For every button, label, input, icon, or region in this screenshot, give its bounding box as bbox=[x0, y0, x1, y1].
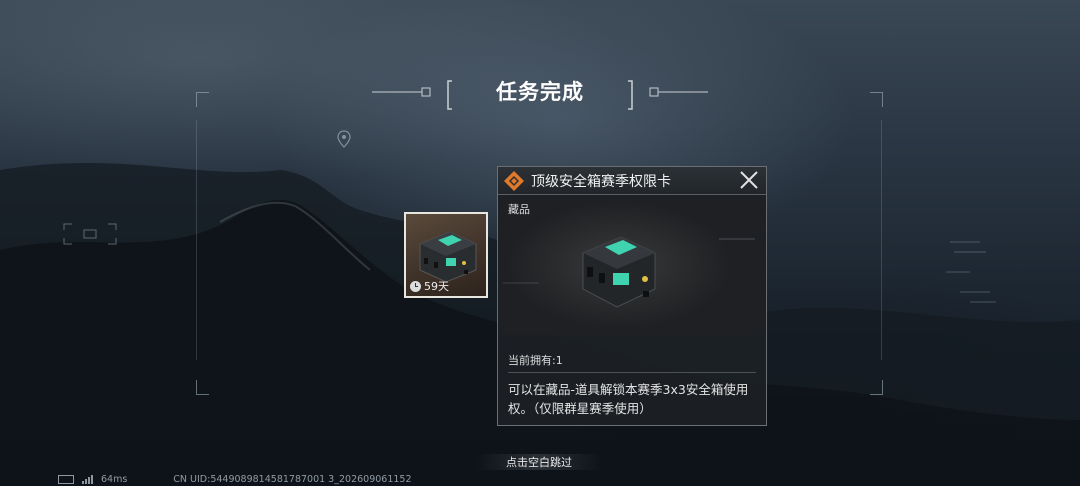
owned-count: 当前拥有:1 bbox=[508, 354, 563, 367]
divider bbox=[508, 372, 756, 373]
skip-hint[interactable]: 点击空白跳过 bbox=[476, 454, 602, 470]
hud-frame-bottom-left bbox=[196, 380, 209, 395]
safe-case-preview-icon bbox=[503, 236, 755, 308]
location-pin-icon bbox=[337, 130, 351, 148]
battery-icon bbox=[58, 475, 74, 484]
title-bar: 任务完成 bbox=[0, 74, 1080, 110]
item-category: 藏品 bbox=[508, 203, 530, 216]
title-right-ornament bbox=[628, 80, 708, 110]
item-description: 可以在藏品-道具解锁本赛季3x3安全箱使用权。（仅限群星赛季使用） bbox=[508, 382, 749, 416]
reward-item-card[interactable]: 59天 bbox=[404, 212, 488, 298]
clock-icon bbox=[410, 280, 421, 292]
item-detail-panel: 顶级安全箱赛季权限卡 藏品 当前拥有:1 可以在藏品-道具解锁本赛季3x3安全箱… bbox=[497, 166, 767, 426]
hud-frame-bottom-right bbox=[870, 380, 883, 395]
hud-side-line-left bbox=[196, 120, 198, 360]
uid-text: CN UID:5449089814581787001 3_20260906115… bbox=[173, 474, 412, 485]
status-bar: 64ms CN UID:5449089814581787001 3_202609… bbox=[58, 474, 412, 485]
rarity-diamond-icon bbox=[504, 170, 524, 191]
target-reticle-icon bbox=[63, 223, 117, 245]
item-preview-area bbox=[499, 195, 765, 335]
panel-header: 顶级安全箱赛季权限卡 bbox=[498, 167, 766, 195]
hud-scan-lines bbox=[946, 241, 996, 303]
duration-text: 59天 bbox=[424, 280, 449, 293]
hud-side-line-right bbox=[881, 120, 883, 360]
page-title: 任务完成 bbox=[496, 80, 584, 104]
ping-text: 64ms bbox=[101, 474, 128, 485]
duration-label: 59天 bbox=[410, 278, 449, 294]
item-name: 顶级安全箱赛季权限卡 bbox=[531, 173, 671, 190]
close-icon[interactable] bbox=[739, 170, 759, 190]
signal-icon bbox=[82, 475, 93, 484]
